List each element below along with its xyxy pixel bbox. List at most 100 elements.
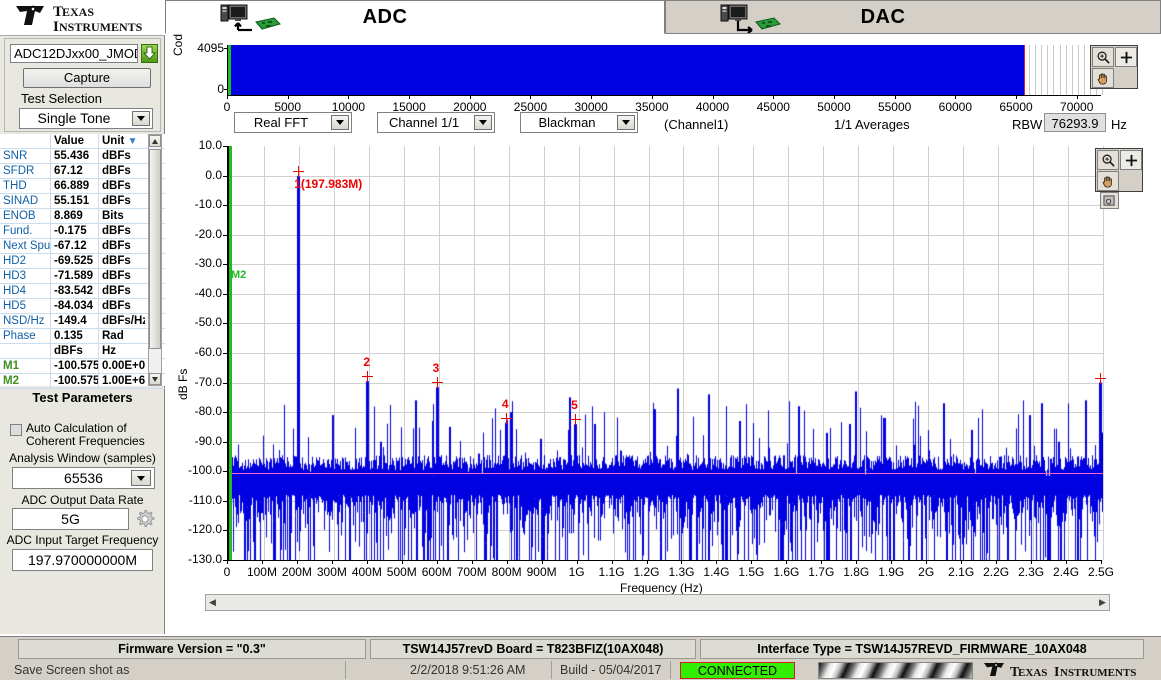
table-row[interactable]: HD4 -83.542 dBFs: [0, 284, 165, 299]
plus-icon[interactable]: [1115, 47, 1137, 67]
channel-select[interactable]: Channel 1/1: [377, 112, 495, 133]
undo-zoom-icon[interactable]: Q: [1100, 192, 1119, 209]
scroll-right-button[interactable]: ▶: [1096, 595, 1109, 610]
codes-gridline: [1065, 45, 1067, 95]
table-row[interactable]: NSD/Hz -149.4 dBFs/Hz: [0, 314, 165, 329]
fft-type-select[interactable]: Real FFT: [234, 112, 352, 133]
table-row[interactable]: SFDR 67.12 dBFs: [0, 164, 165, 179]
measurement-name: [0, 344, 51, 358]
codes-x-tick: [894, 95, 896, 99]
fft-x-axis-title: Frequency (Hz): [620, 581, 703, 595]
codes-x-tick-label: 40000: [695, 100, 730, 114]
measurement-name: M2: [0, 374, 51, 388]
auto-calculation-checkbox[interactable]: [10, 424, 22, 436]
chevron-down-icon[interactable]: [132, 111, 150, 126]
fft-x-tick: [821, 560, 823, 564]
measurement-name: ENOB: [0, 209, 51, 223]
chevron-down-icon[interactable]: [474, 115, 492, 130]
build-label: Build - 05/04/2017: [560, 663, 662, 677]
tab-adc[interactable]: ADC: [165, 0, 665, 34]
zoom-magnifier-icon[interactable]: [1092, 47, 1114, 67]
codes-ytick-min: 0: [217, 82, 224, 96]
fft-x-tick: [891, 560, 893, 564]
codes-time-domain-plot[interactable]: [227, 45, 1103, 95]
table-row[interactable]: Phase 0.135 Rad: [0, 329, 165, 344]
gear-icon[interactable]: [135, 509, 155, 529]
fft-harmonic-marker[interactable]: [362, 371, 374, 383]
table-row[interactable]: SINAD 55.151 dBFs: [0, 194, 165, 209]
scroll-up-button[interactable]: [149, 135, 161, 147]
fft-horizontal-scrollbar[interactable]: ◀ ▶: [205, 594, 1110, 611]
table-row[interactable]: HD3 -71.589 dBFs: [0, 269, 165, 284]
plus-icon[interactable]: [1120, 150, 1142, 170]
codes-x-tick: [833, 95, 835, 99]
codes-gridline: [1083, 45, 1085, 95]
fft-plot-zoom-toolbar: [1095, 148, 1143, 192]
input-target-frequency-value: 197.970000000M: [28, 552, 137, 568]
scrollbar-thumb[interactable]: [149, 149, 161, 349]
chevron-down-icon[interactable]: [131, 470, 151, 486]
table-row[interactable]: SNR 55.436 dBFs: [0, 149, 165, 164]
fft-harmonic-marker[interactable]: [431, 377, 443, 389]
save-screenshot-label[interactable]: Save Screen shot as: [14, 661, 129, 679]
scroll-left-button[interactable]: ◀: [206, 595, 219, 610]
measurement-name: HD3: [0, 269, 51, 283]
codes-cursor-left[interactable]: [228, 45, 231, 95]
fft-spectrum-plot[interactable]: M2 1(197.983M) 2 3 4 5: [227, 146, 1106, 561]
sort-descending-icon[interactable]: ▼: [128, 136, 138, 147]
timestamp-label: 2/2/2018 9:51:26 AM: [410, 663, 526, 677]
auto-calculation-label-line1: Auto Calculation of: [26, 421, 127, 435]
fft-harmonic-marker[interactable]: [500, 412, 512, 424]
hand-pan-icon[interactable]: [1097, 171, 1119, 191]
svg-text:EXAS: EXAS: [62, 5, 94, 19]
svg-text:I: I: [1054, 665, 1059, 679]
scroll-down-button[interactable]: [149, 373, 161, 385]
fft-harmonic-marker[interactable]: [1094, 372, 1106, 384]
measurement-value: 8.869: [51, 209, 99, 223]
test-selection-select[interactable]: Single Tone: [19, 108, 153, 129]
capture-button[interactable]: Capture: [23, 68, 151, 88]
codes-cursor-right[interactable]: [1023, 45, 1025, 95]
header-unit[interactable]: Unit ▼: [99, 134, 145, 148]
left-control-panel: T EXAS I NSTRUMENTS ADC12DJxx00_JMODE Ca…: [0, 0, 165, 634]
table-row[interactable]: dBFs Hz: [0, 344, 165, 359]
device-name-field[interactable]: ADC12DJxx00_JMODE: [10, 44, 138, 63]
tab-dac[interactable]: DAC: [665, 0, 1161, 34]
fft-harmonic-marker[interactable]: [293, 166, 305, 178]
table-row[interactable]: HD2 -69.525 dBFs: [0, 254, 165, 269]
measurements-scrollbar[interactable]: [148, 134, 162, 386]
computer-board-capture-icon: [220, 4, 281, 32]
fft-y-tick-label: -80.0: [194, 404, 222, 419]
table-row[interactable]: Fund. -0.175 dBFs: [0, 224, 165, 239]
table-row[interactable]: THD 66.889 dBFs: [0, 179, 165, 194]
fft-marker-level-line: [229, 472, 1103, 474]
input-target-frequency-field[interactable]: 197.970000000M: [12, 549, 153, 571]
fft-x-axis: [227, 560, 1101, 561]
fft-x-tick: [261, 560, 263, 564]
table-row[interactable]: HD5 -84.034 dBFs: [0, 299, 165, 314]
ti-logo: T EXAS I NSTRUMENTS: [16, 4, 143, 34]
table-row[interactable]: ENOB 8.869 Bits: [0, 209, 165, 224]
zoom-magnifier-icon[interactable]: [1097, 150, 1119, 170]
fft-cursor-m2[interactable]: [229, 146, 232, 560]
header-value: Value: [51, 134, 99, 148]
analysis-window-select[interactable]: 65536: [12, 467, 155, 489]
device-controls-group: ADC12DJxx00_JMODE Capture Test Selection…: [4, 38, 161, 132]
window-function-select[interactable]: Blackman: [520, 112, 638, 133]
fft-harmonic-marker[interactable]: [570, 414, 582, 426]
hand-pan-icon[interactable]: [1092, 68, 1114, 88]
table-row[interactable]: M2 -100.575 1.00E+6: [0, 374, 165, 389]
download-arrow-icon[interactable]: [141, 44, 158, 63]
fft-x-tick: [926, 560, 928, 564]
chevron-down-icon[interactable]: [331, 115, 349, 130]
measurement-unit: 0.00E+0: [102, 360, 145, 372]
output-data-rate-field[interactable]: 5G: [12, 508, 129, 530]
table-row[interactable]: M1 -100.575 0.00E+0: [0, 359, 165, 374]
board-status: TSW14J57revD Board = T823BFIZ(10AX048): [370, 639, 696, 659]
chevron-down-icon[interactable]: [617, 115, 635, 130]
rbw-value[interactable]: 76293.9: [1044, 113, 1106, 132]
measurement-name: HD2: [0, 254, 51, 268]
channel-value: Channel 1/1: [388, 115, 460, 130]
table-header-row: Value Unit ▼: [0, 134, 165, 149]
table-row[interactable]: Next Spur -67.12 dBFs: [0, 239, 165, 254]
